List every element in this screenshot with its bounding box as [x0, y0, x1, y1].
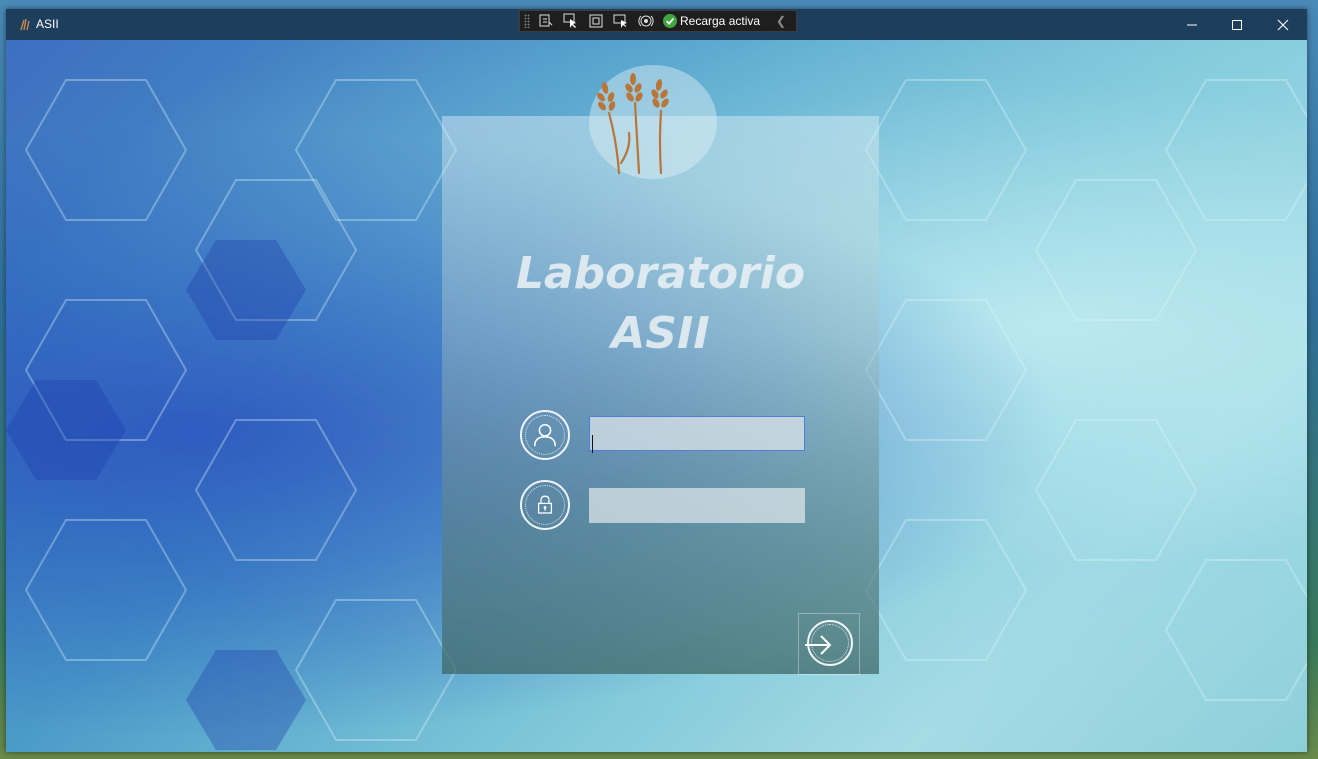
- live-visual-tree-icon[interactable]: [537, 13, 555, 29]
- lock-icon: [520, 480, 570, 530]
- login-button[interactable]: [798, 613, 860, 675]
- close-button[interactable]: [1260, 9, 1306, 40]
- accessibility-check-icon[interactable]: [637, 13, 655, 29]
- text-caret: [592, 435, 593, 453]
- display-layout-adorners-icon[interactable]: [587, 13, 605, 29]
- select-element-icon[interactable]: [562, 13, 580, 29]
- reload-status-label[interactable]: Recarga activa: [680, 14, 760, 28]
- maximize-icon: [1232, 19, 1242, 30]
- wheat-icon: [20, 18, 30, 31]
- login-panel: [442, 116, 879, 674]
- window-title: ASII: [36, 17, 59, 31]
- close-icon: [1277, 19, 1289, 30]
- minimize-icon: [1187, 24, 1197, 25]
- app-window: ASII Recarga activa ❮ Laboratorio ASII: [6, 9, 1307, 752]
- login-view: Laboratorio ASII: [6, 40, 1307, 752]
- check-circle-icon: [663, 14, 677, 28]
- user-icon: [520, 410, 570, 460]
- track-focus-icon[interactable]: [612, 13, 630, 29]
- app-title-line2: ASII: [611, 308, 710, 359]
- minimize-button[interactable]: [1169, 9, 1215, 40]
- app-title-line1: Laboratorio: [515, 248, 806, 299]
- maximize-button[interactable]: [1214, 9, 1260, 40]
- title-bar[interactable]: ASII Recarga activa ❮: [6, 9, 1307, 40]
- toolbar-grip-icon[interactable]: [524, 14, 530, 28]
- login-arrow-icon: [805, 635, 832, 655]
- password-field[interactable]: [589, 488, 805, 523]
- wheat-logo-icon: [597, 73, 669, 175]
- chevron-left-icon[interactable]: ❮: [776, 14, 786, 28]
- username-field[interactable]: [589, 416, 805, 451]
- xaml-debug-toolbar: Recarga activa ❮: [519, 10, 797, 32]
